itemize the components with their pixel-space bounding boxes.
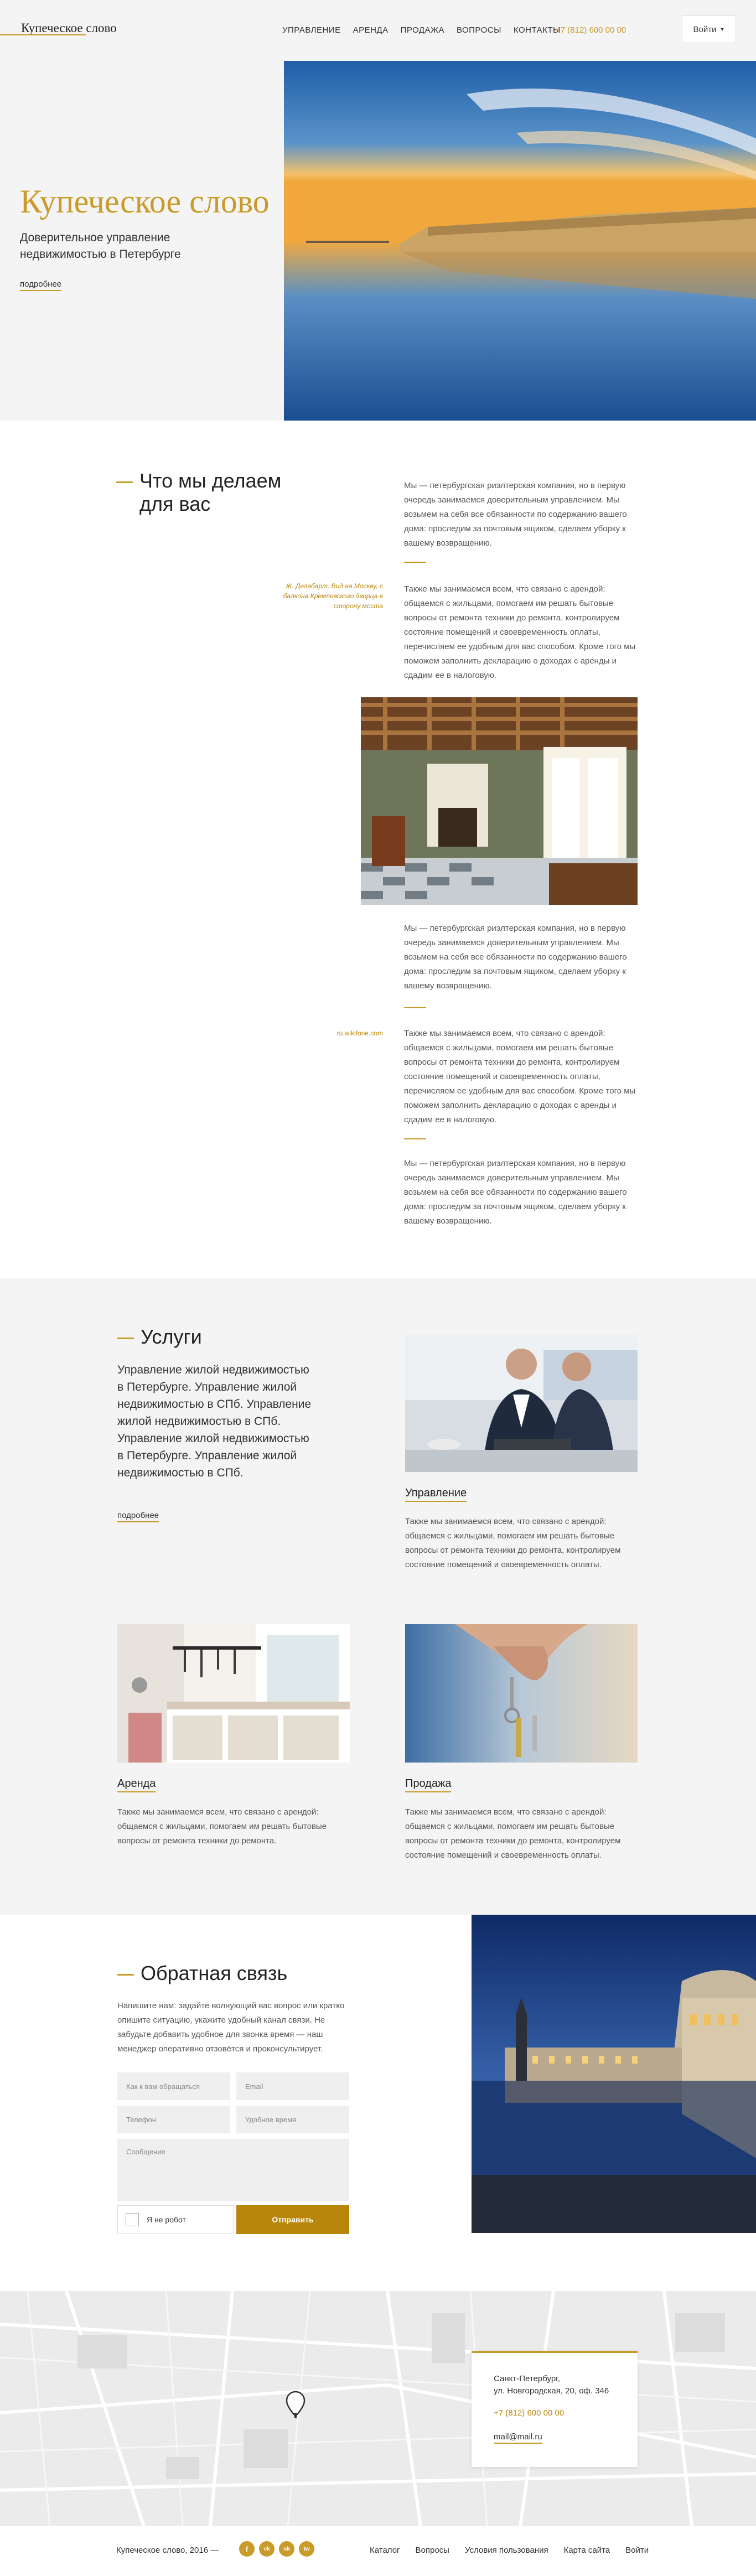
hero-subtitle: Доверительное управление недвижимостью в… — [20, 231, 181, 261]
nav-item-sale[interactable]: ПРОДАЖА — [401, 25, 444, 35]
wwd-paragraph-1: Мы — петербургская риэлтерская компания,… — [404, 481, 627, 548]
name-input[interactable]: Как к вам обращаться — [117, 2072, 230, 2100]
service-text-sale: Также мы занимаемся всем, что связано с … — [405, 1807, 621, 1860]
footer-link-catalog[interactable]: Каталог — [370, 2546, 400, 2555]
login-button[interactable]: Войти ▼ — [682, 15, 736, 43]
services-more-link[interactable]: подробнее — [117, 1511, 159, 1522]
nav-item-management[interactable]: УПРАВЛЕНИЕ — [282, 25, 341, 35]
facebook-icon[interactable]: f — [239, 2541, 255, 2557]
logo[interactable]: Купеческое слово — [21, 21, 117, 35]
hero-title: Купеческое слово — [20, 183, 270, 220]
map-pin-icon[interactable] — [286, 2391, 305, 2422]
service-text-rent: Также мы занимаемся всем, что связано с … — [117, 1807, 327, 1846]
hero-more-link[interactable]: подробнее — [20, 279, 62, 291]
nav-item-questions[interactable]: ВОПРОСЫ — [457, 25, 501, 35]
map[interactable] — [0, 2291, 756, 2526]
service-image-management[interactable] — [405, 1334, 638, 1472]
social-links: f vk ok tw — [239, 2541, 314, 2557]
divider — [404, 1138, 426, 1139]
divider — [404, 1007, 426, 1008]
send-button[interactable]: Отправить — [236, 2205, 349, 2234]
time-input[interactable]: Удобное время — [236, 2106, 349, 2133]
card-phone[interactable]: +7 (812) 600 00 00 — [494, 2408, 615, 2418]
services-description: Управление жилой недвижимостью в Петербу… — [117, 1364, 312, 1479]
card-email[interactable]: mail@mail.ru — [494, 2432, 542, 2444]
twitter-icon[interactable]: tw — [299, 2541, 314, 2557]
wwd-paragraph-4: Также мы занимаемся всем, что связано с … — [404, 1029, 636, 1124]
chevron-down-icon: ▼ — [719, 27, 725, 32]
wwd-paragraph-5: Мы — петербургская риэлтерская компания,… — [404, 1159, 627, 1226]
services-title-text: Услуги — [141, 1325, 202, 1348]
nav-item-contacts[interactable]: КОНТАКТЫ — [514, 25, 561, 35]
hero-image — [284, 61, 756, 421]
service-image-sale[interactable] — [405, 1624, 638, 1763]
captcha-label: Я не робот — [147, 2215, 186, 2224]
message-textarea[interactable]: Сообщение — [117, 2139, 349, 2201]
service-name-rent[interactable]: Аренда — [117, 1777, 156, 1792]
what-we-do-title-line1: Что мы делаем — [139, 469, 282, 492]
feedback-text: Напишите нам: задайте волнующий вас вопр… — [117, 2001, 345, 2054]
footer-link-terms[interactable]: Условия пользования — [465, 2546, 548, 2555]
title-accent-bar — [117, 1337, 134, 1339]
phone-input[interactable]: Телефон — [117, 2106, 230, 2133]
services-title: Услуги — [117, 1325, 202, 1349]
interior-image — [361, 697, 638, 905]
service-text-management: Также мы занимаемся всем, что связано с … — [405, 1517, 621, 1569]
logo-underline — [0, 34, 86, 35]
footer-link-login[interactable]: Войти — [625, 2546, 649, 2555]
wwd-paragraph-3: Мы — петербургская риэлтерская компания,… — [404, 924, 627, 991]
painting-caption: Ж. Делабарт. Вид на Москву, с балкона Кр… — [283, 582, 383, 610]
footer-link-sitemap[interactable]: Карта сайта — [564, 2546, 610, 2555]
service-image-rent[interactable] — [117, 1624, 350, 1763]
address-line-2: ул. Новгородская, 20, оф. 346 — [494, 2386, 609, 2396]
title-accent-bar — [117, 1973, 134, 1976]
what-we-do-title-line2: для вас — [139, 493, 211, 515]
what-we-do-title: Что мы делаем для вас — [116, 469, 281, 516]
feedback-image — [472, 1915, 756, 2233]
image-source: ru.wikifone.com — [336, 1029, 383, 1037]
service-name-management[interactable]: Управление — [405, 1487, 467, 1502]
captcha-checkbox[interactable]: Я не робот — [117, 2205, 234, 2234]
title-accent-bar — [116, 481, 133, 483]
login-label: Войти — [693, 24, 717, 34]
header-phone[interactable]: +7 (812) 600 00 00 — [556, 25, 626, 35]
footer-link-questions[interactable]: Вопросы — [416, 2546, 449, 2555]
feedback-title: Обратная связь — [117, 1962, 287, 1985]
vk-icon[interactable]: vk — [259, 2541, 275, 2557]
service-name-sale[interactable]: Продажа — [405, 1777, 452, 1792]
services-section — [0, 1278, 756, 1915]
nav-item-rent[interactable]: АРЕНДА — [353, 25, 389, 35]
address-line-1: Санкт-Петербург, — [494, 2374, 560, 2383]
checkbox-box[interactable] — [126, 2213, 139, 2226]
email-input[interactable]: Email — [236, 2072, 349, 2100]
feedback-title-text: Обратная связь — [141, 1962, 288, 1984]
main-nav: УПРАВЛЕНИЕ АРЕНДА ПРОДАЖА ВОПРОСЫ КОНТАК… — [282, 25, 561, 35]
footer-brand: Купеческое слово, 2016 — — [116, 2546, 219, 2555]
divider — [404, 562, 426, 563]
wwd-paragraph-2: Также мы занимаемся всем, что связано с … — [404, 584, 636, 680]
odnoklassniki-icon[interactable]: ok — [279, 2541, 294, 2557]
footer-nav: Каталог Вопросы Условия пользования Карт… — [370, 2546, 649, 2555]
contact-card: Санкт-Петербург, ул. Новгородская, 20, о… — [472, 2351, 638, 2467]
